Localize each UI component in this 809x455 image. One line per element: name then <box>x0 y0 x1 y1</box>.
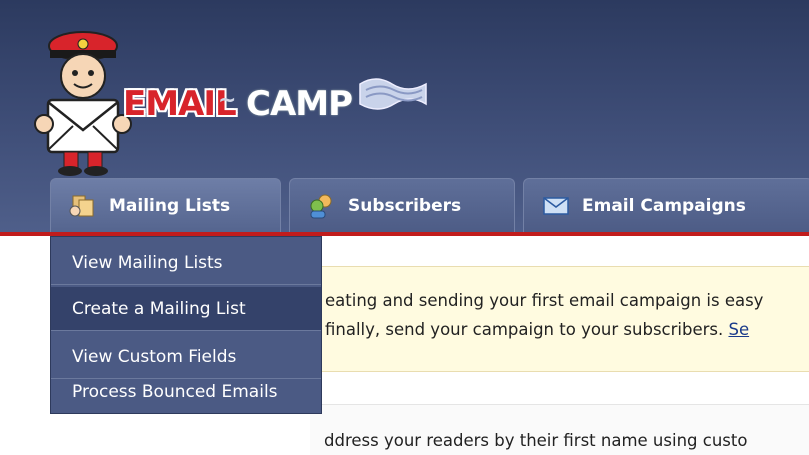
tab-email-campaigns[interactable]: Email Campaigns <box>523 178 809 232</box>
tip-text-line: ddress your readers by their first name … <box>324 431 748 450</box>
app-header: EMAIL ~ CAMP Mailing Lists Subscribers E… <box>0 0 809 232</box>
tab-label: Mailing Lists <box>109 195 231 216</box>
tab-label: Email Campaigns <box>582 195 746 216</box>
email-camp-logo[interactable]: EMAIL ~ CAMP <box>28 28 448 178</box>
mailing-lists-icon <box>69 195 94 216</box>
logo-connector: ~ <box>218 88 237 113</box>
see-link[interactable]: Se <box>728 320 749 339</box>
notice-text: finally, send your campaign to your subs… <box>325 320 729 339</box>
notice-text-line: finally, send your campaign to your subs… <box>325 320 749 339</box>
tab-subscribers[interactable]: Subscribers <box>289 178 515 232</box>
getting-started-notice: eating and sending your first email camp… <box>310 266 809 372</box>
subscribers-icon <box>310 194 332 218</box>
menu-item-view-mailing-lists[interactable]: View Mailing Lists <box>51 241 321 285</box>
tab-mailing-lists[interactable]: Mailing Lists <box>50 178 281 232</box>
custom-fields-tip: ddress your readers by their first name … <box>310 404 809 455</box>
mailing-lists-dropdown-menu: View Mailing Lists Create a Mailing List… <box>50 236 322 414</box>
logo-word-camp: CAMP <box>246 84 353 124</box>
envelope-icon <box>543 196 569 215</box>
menu-item-process-bounced-emails[interactable]: Process Bounced Emails <box>51 370 321 414</box>
flag-icon <box>359 78 427 110</box>
menu-item-create-mailing-list[interactable]: Create a Mailing List <box>51 287 321 331</box>
notice-text-line: eating and sending your first email camp… <box>325 291 764 310</box>
mailman-mascot-icon <box>34 31 132 176</box>
tab-label: Subscribers <box>348 195 462 216</box>
